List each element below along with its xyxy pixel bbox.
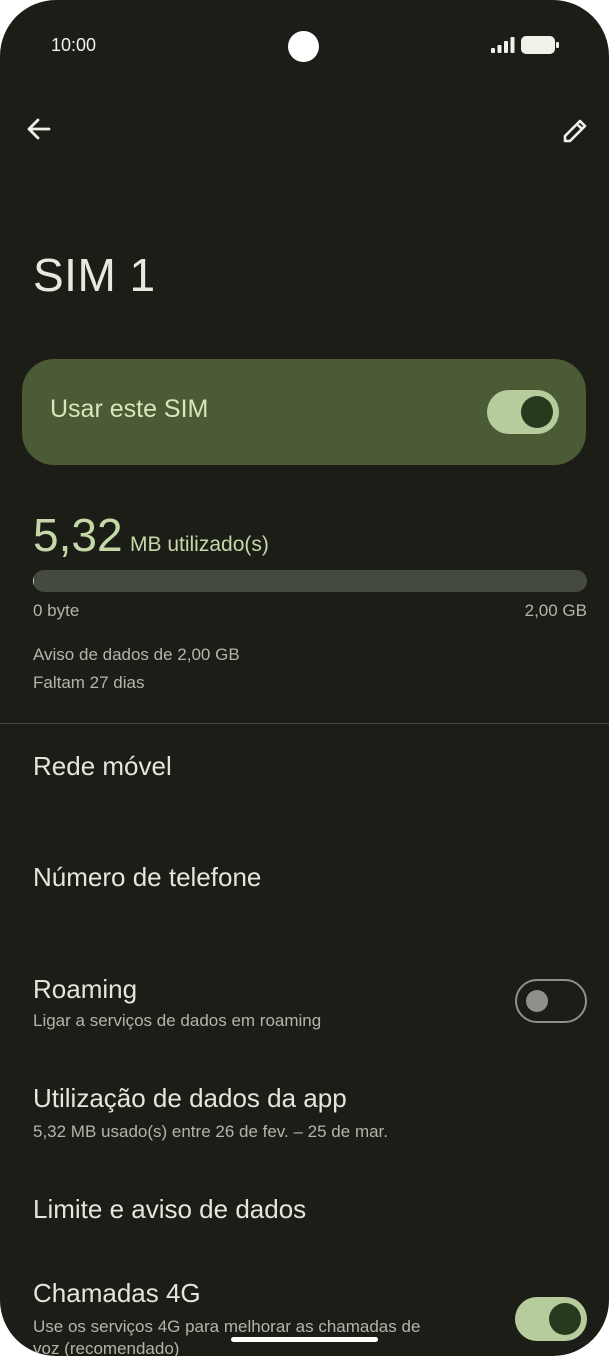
data-limit-item[interactable]: Limite e aviso de dados [33, 1194, 306, 1225]
edit-button[interactable] [556, 112, 594, 150]
use-sim-card[interactable]: Usar este SIM [22, 359, 586, 465]
signal-icon [491, 37, 515, 53]
usage-unit: MB utilizado(s) [130, 533, 269, 556]
back-button[interactable] [22, 112, 56, 146]
home-indicator[interactable] [231, 1337, 378, 1342]
roaming-subtitle: Ligar a serviços de dados em roaming [33, 1011, 322, 1030]
phone-screen: 10:00 SIM 1 Usar este SIM 5,32 MB utiliz… [0, 0, 609, 1356]
mobile-network-item[interactable]: Rede móvel [33, 751, 172, 782]
phone-number-item[interactable]: Número de telefone [33, 862, 261, 893]
usage-progress-bar [33, 570, 587, 592]
usage-min-label: 0 byte [33, 601, 80, 620]
roaming-toggle[interactable] [515, 979, 587, 1023]
days-left-text: Faltam 27 dias [33, 673, 145, 692]
app-data-usage-title[interactable]: Utilização de dados da app [33, 1083, 347, 1114]
page-title: SIM 1 [33, 249, 156, 301]
toggle-knob [526, 990, 548, 1012]
app-data-usage-subtitle: 5,32 MB usado(s) entre 26 de fev. – 25 d… [33, 1122, 388, 1141]
divider [0, 723, 609, 724]
calls-4g-toggle[interactable] [515, 1297, 587, 1341]
camera-cutout [288, 31, 319, 62]
usage-max-label: 2,00 GB [524, 601, 587, 620]
status-time: 10:00 [51, 35, 97, 55]
pencil-icon [563, 119, 587, 143]
calls-4g-title[interactable]: Chamadas 4G [33, 1278, 201, 1309]
data-warning-text: Aviso de dados de 2,00 GB [33, 645, 240, 664]
calls-4g-subtitle-2: voz (recomendado) [33, 1339, 180, 1356]
calls-4g-subtitle: Use os serviços 4G para melhorar as cham… [33, 1317, 421, 1336]
arrow-left-icon [27, 118, 51, 140]
toggle-knob [549, 1303, 581, 1335]
battery-icon [521, 36, 559, 54]
toggle-knob [521, 396, 553, 428]
use-sim-label: Usar este SIM [50, 395, 209, 423]
usage-progress-fill [33, 570, 35, 592]
usage-value: 5,32 [33, 509, 123, 561]
roaming-title[interactable]: Roaming [33, 974, 137, 1005]
use-sim-toggle[interactable] [487, 390, 559, 434]
